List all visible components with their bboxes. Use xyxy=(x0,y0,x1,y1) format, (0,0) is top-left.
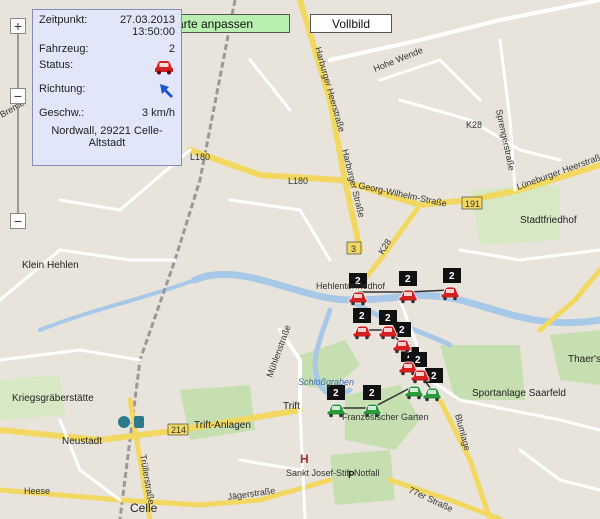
svg-text:2: 2 xyxy=(405,274,411,285)
vehicle-label: Fahrzeug: xyxy=(39,43,89,55)
svg-text:2: 2 xyxy=(415,355,421,366)
label-route-3: 3 xyxy=(351,244,356,254)
label-thaers: Thaer's Garten xyxy=(568,354,600,365)
direction-label: Richtung: xyxy=(39,83,86,95)
fullscreen-button[interactable]: Vollbild xyxy=(310,14,392,33)
speed-row: Geschw.: 3 km/h xyxy=(39,107,175,119)
vehicle-badge: 2 xyxy=(353,308,371,323)
status-row: Status: xyxy=(39,59,175,75)
vehicle-info-popup: Zeitpunkt: 27.03.2013 13:50:00 Fahrzeug:… xyxy=(32,9,182,166)
label-stadtfriedhof: Stadtfriedhof xyxy=(520,215,577,226)
fit-map-button[interactable]: arte anpassen xyxy=(170,14,290,33)
label-sportanlage: Sportanlage Saarfeld xyxy=(472,388,566,399)
svg-text:2: 2 xyxy=(385,313,391,324)
vehicle-value: 2 xyxy=(168,43,175,55)
label-trift: Trift xyxy=(283,401,300,412)
direction-row: Richtung: xyxy=(39,83,175,99)
time-value: 27.03.2013 13:50:00 xyxy=(119,14,175,38)
svg-text:2: 2 xyxy=(333,388,339,399)
svg-text:2: 2 xyxy=(359,311,365,322)
label-klein-hehlen: Klein Hehlen xyxy=(22,260,79,271)
zoom-slider-handle[interactable]: − xyxy=(10,88,26,104)
speed-value: 3 km/h xyxy=(141,107,175,119)
time-row: Zeitpunkt: 27.03.2013 13:50:00 xyxy=(39,14,175,38)
label-k28-b: K28 xyxy=(466,120,482,130)
label-neustadt: Neustadt xyxy=(62,436,102,447)
vehicle-badge: 2 xyxy=(399,271,417,286)
label-h-sign: H xyxy=(300,452,309,466)
label-celle: Celle xyxy=(130,501,158,515)
status-car-icon xyxy=(155,61,173,75)
status-label: Status: xyxy=(39,59,74,71)
vehicle-badge: 2 xyxy=(443,268,461,283)
label-hehlentor: Hehlentorfriedhof xyxy=(316,281,386,291)
label-l180-a: L180 xyxy=(190,152,210,162)
label-p-sign: P xyxy=(348,470,355,481)
label-trift-anlagen: Trift-Anlagen xyxy=(194,420,251,431)
label-route-214: 214 xyxy=(171,425,186,435)
label-schlossgraben: Schloßgraben xyxy=(298,377,354,387)
svg-text:2: 2 xyxy=(369,388,375,399)
address-text: Nordwall, 29221 Celle-Altstadt xyxy=(51,125,163,149)
label-kriegsgraeberstaette: Kriegsgräberstätte xyxy=(12,393,94,404)
speed-label: Geschw.: xyxy=(39,107,85,119)
label-l180-b: L180 xyxy=(288,176,308,186)
svg-text:2: 2 xyxy=(431,371,437,382)
zoom-out-button[interactable]: − xyxy=(10,213,26,229)
svg-text:2: 2 xyxy=(449,271,455,282)
vehicle-badge: 2 xyxy=(363,385,381,400)
zoom-slider-track[interactable] xyxy=(17,32,19,218)
zoom-in-button[interactable]: + xyxy=(10,18,26,34)
label-franz-garten: Französischer Garten xyxy=(342,412,429,422)
direction-arrow-icon xyxy=(160,84,173,98)
vehicle-row: Fahrzeug: 2 xyxy=(39,43,175,55)
label-sankt-josef: Sankt Josef-Stift Notfall xyxy=(286,468,380,478)
time-label: Zeitpunkt: xyxy=(39,14,88,26)
label-route-191: 191 xyxy=(465,199,480,209)
label-heese: Heese xyxy=(24,486,50,496)
svg-text:2: 2 xyxy=(399,325,405,336)
vehicle-badge: 2 xyxy=(327,385,345,400)
